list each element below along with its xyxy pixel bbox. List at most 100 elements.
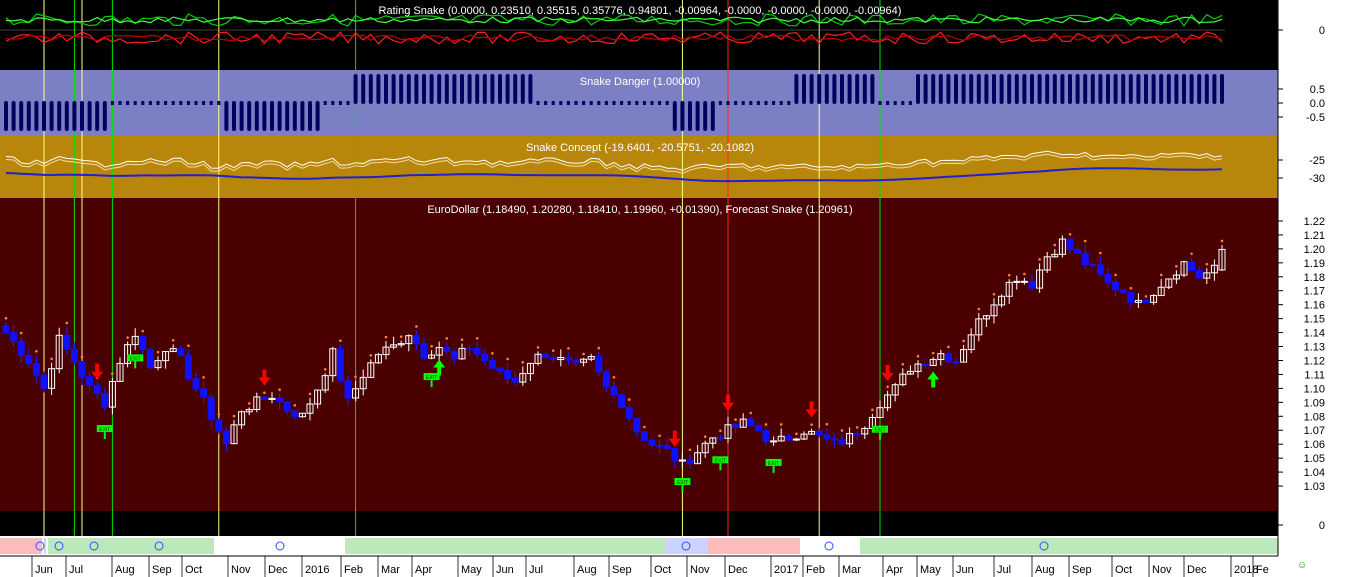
danger-bar-10 xyxy=(80,101,84,131)
price-axis-label-19: 1.03 xyxy=(1304,481,1325,493)
danger-dot-45 xyxy=(346,101,350,105)
danger-bar-150 xyxy=(1144,74,1148,104)
danger-bar-46 xyxy=(353,74,358,104)
forecast-dot-10 xyxy=(80,355,84,359)
forecast-dot-140 xyxy=(1068,232,1072,236)
candle-body-110 xyxy=(838,439,846,445)
candle-body-86 xyxy=(656,444,664,447)
danger-bar-57 xyxy=(437,74,442,104)
price-axis-label-4: 1.18 xyxy=(1304,272,1325,284)
forecast-dot-30 xyxy=(232,414,236,418)
danger-bar-113 xyxy=(862,74,867,104)
strip-segment-7 xyxy=(708,538,800,554)
chart-canvas[interactable]: EXITEXITEXITEXITEXIT EXITEXIT Rating Snak… xyxy=(0,0,1352,577)
danger-dot-25 xyxy=(194,101,198,105)
danger-bar-107 xyxy=(817,74,822,104)
danger-bar-142 xyxy=(1083,74,1088,104)
candle-body-13 xyxy=(101,393,109,408)
danger-bar-69 xyxy=(528,74,533,104)
danger-dot-18 xyxy=(141,101,145,105)
candle-body-75 xyxy=(572,359,580,363)
candle-body-65 xyxy=(496,367,504,372)
candle-body-85 xyxy=(648,439,656,446)
danger-bar-47 xyxy=(361,74,366,104)
danger-bar-5 xyxy=(42,101,46,131)
candle-body-98 xyxy=(747,418,755,427)
candle-body-9 xyxy=(70,348,78,362)
candle-body-134 xyxy=(1020,280,1028,283)
forecast-dot-8 xyxy=(65,321,69,325)
candle-body-62 xyxy=(473,347,481,355)
danger-bar-135 xyxy=(1030,74,1034,104)
danger-bar-35 xyxy=(270,101,274,131)
danger-bar-0 xyxy=(4,101,8,131)
strip-segment-8 xyxy=(800,538,860,554)
forecast-dot-152 xyxy=(1159,273,1163,277)
forecast-dot-86 xyxy=(658,434,661,438)
candle-body-67 xyxy=(511,377,519,383)
time-label-3: Sep xyxy=(152,564,172,576)
forecast-dot-14 xyxy=(111,372,114,376)
candle-body-124 xyxy=(944,353,952,363)
price-axis-label-14: 1.08 xyxy=(1304,411,1325,423)
danger-dot-82 xyxy=(627,101,631,105)
forecast-dot-68 xyxy=(521,361,525,364)
danger-bar-129 xyxy=(984,74,989,104)
danger-bar-131 xyxy=(999,74,1004,104)
strip-segment-6 xyxy=(665,538,708,554)
price-axis-label-10: 1.12 xyxy=(1304,355,1325,367)
danger-bar-64 xyxy=(490,74,495,104)
time-label-7: 2016 xyxy=(305,564,329,576)
danger-bar-56 xyxy=(429,74,434,104)
time-label-27: Sep xyxy=(1072,564,1092,576)
candle-body-24 xyxy=(184,354,192,380)
candle-body-146 xyxy=(1112,281,1120,291)
danger-dot-83 xyxy=(635,101,639,105)
danger-dot-15 xyxy=(118,101,122,105)
danger-bar-7 xyxy=(57,101,62,131)
danger-bar-140 xyxy=(1068,74,1072,104)
candle-body-4 xyxy=(32,362,40,376)
danger-bar-88 xyxy=(672,101,677,131)
candle-body-141 xyxy=(1074,248,1082,254)
danger-dot-21 xyxy=(164,101,168,105)
candle-body-5 xyxy=(40,374,48,389)
danger-dot-42 xyxy=(323,101,327,105)
danger-bar-127 xyxy=(969,74,974,104)
danger-bar-153 xyxy=(1166,74,1171,104)
candle-body-74 xyxy=(564,357,572,361)
forecast-dot-120 xyxy=(916,354,920,358)
time-label-13: Jul xyxy=(529,564,543,576)
danger-bar-48 xyxy=(368,74,373,104)
danger-bar-157 xyxy=(1197,74,1202,104)
candle-body-133 xyxy=(1013,280,1021,283)
danger-dot-76 xyxy=(582,101,586,105)
candle-body-8 xyxy=(63,334,71,350)
candle-body-36 xyxy=(276,397,284,403)
candle-body-54 xyxy=(412,335,420,345)
candle-body-87 xyxy=(663,445,671,450)
forecast-dot-62 xyxy=(475,336,479,340)
forecast-dot-98 xyxy=(749,411,753,415)
candle-body-140 xyxy=(1066,238,1074,250)
danger-bar-90 xyxy=(688,101,692,131)
candle-body-55 xyxy=(420,343,428,359)
candle-body-1 xyxy=(10,332,18,342)
danger-bar-91 xyxy=(695,101,700,131)
danger-dot-22 xyxy=(171,101,175,105)
forecast-dot-6 xyxy=(50,357,53,361)
forecast-dot-26 xyxy=(202,376,205,379)
danger-bar-66 xyxy=(505,74,510,104)
danger-bar-109 xyxy=(832,74,837,104)
forecast-dot-4 xyxy=(35,349,38,353)
danger-bar-49 xyxy=(376,74,381,104)
candle-body-144 xyxy=(1096,264,1104,275)
candle-body-82 xyxy=(625,407,633,419)
danger-dot-100 xyxy=(764,101,768,105)
danger-bar-13 xyxy=(102,101,107,131)
forecast-dot-142 xyxy=(1083,239,1087,243)
danger-dot-14 xyxy=(110,101,114,105)
danger-bar-128 xyxy=(976,74,981,104)
forecast-dot-128 xyxy=(977,307,981,311)
danger-bar-160 xyxy=(1220,74,1224,104)
